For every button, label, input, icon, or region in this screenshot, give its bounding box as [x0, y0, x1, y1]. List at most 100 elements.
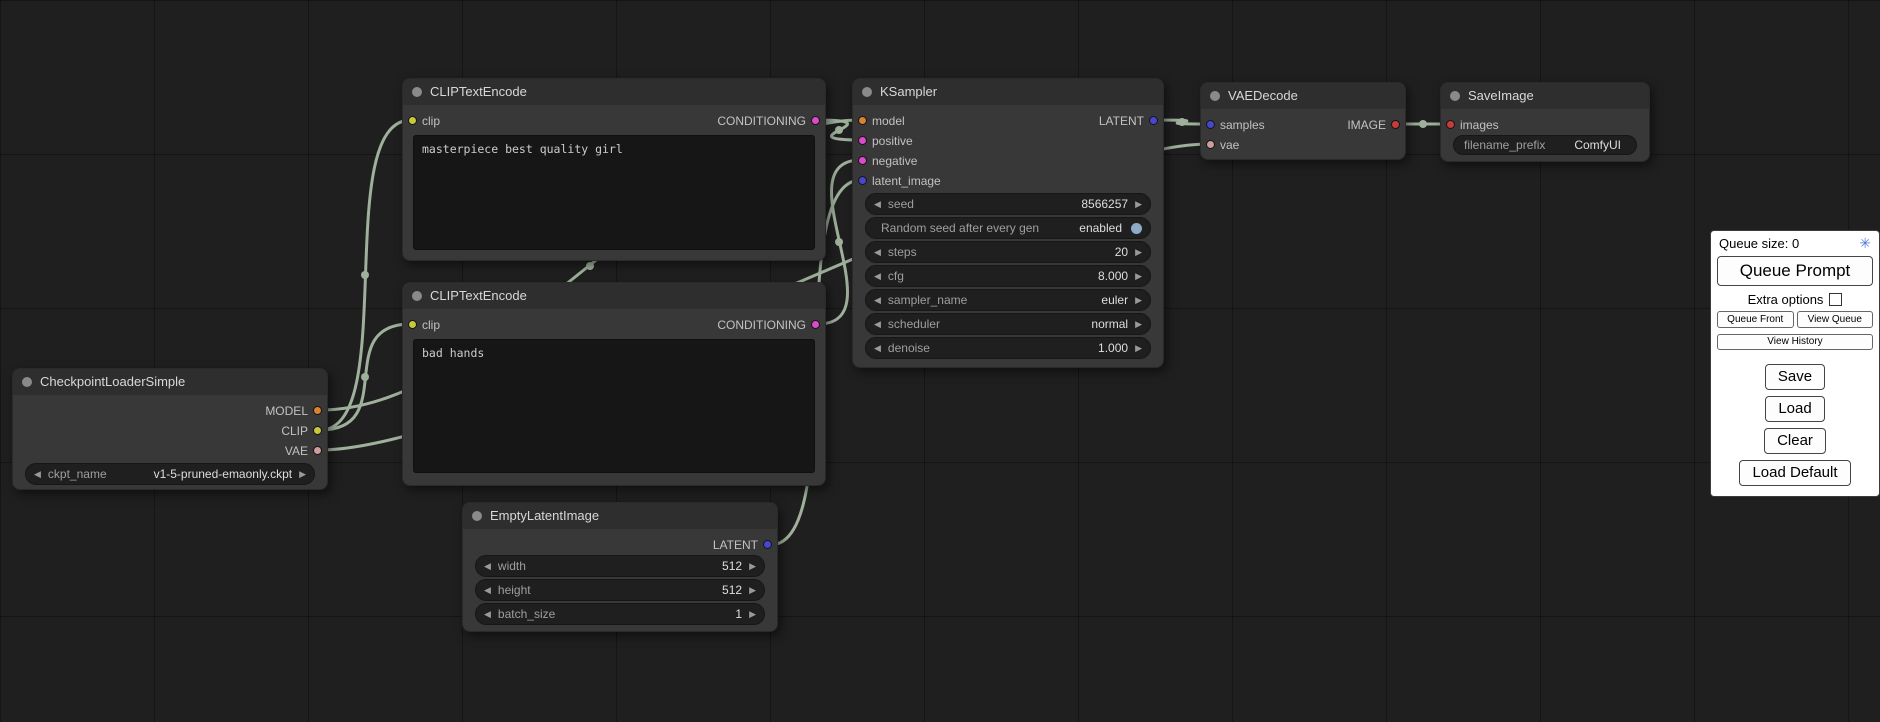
arrow-right-icon[interactable]: ▶ — [1135, 193, 1142, 215]
input-slot-vae: vae — [1201, 135, 1405, 155]
widget-width[interactable]: ◀ width 512 ▶ — [475, 555, 765, 577]
node-empty-latent-image[interactable]: EmptyLatentImage LATENT ◀ width 512 ▶ ◀ … — [462, 502, 778, 632]
settings-gear-icon[interactable]: ✳ — [1859, 235, 1871, 252]
widget-ckpt-name[interactable]: ◀ ckpt_name v1-5-pruned-emaonly.ckpt ▶ — [25, 463, 315, 485]
link-midpoint-dot — [1419, 120, 1427, 128]
arrow-left-icon[interactable]: ◀ — [34, 463, 41, 485]
slot-dot-latent[interactable] — [858, 176, 867, 185]
node-title-bar[interactable]: VAEDecode — [1201, 83, 1405, 109]
arrow-right-icon[interactable]: ▶ — [299, 463, 306, 485]
node-collapse-dot-icon[interactable] — [1210, 91, 1220, 101]
node-collapse-dot-icon[interactable] — [22, 377, 32, 387]
node-clip-text-encode-positive[interactable]: CLIPTextEncode clip CONDITIONING masterp… — [402, 78, 826, 261]
save-button[interactable]: Save — [1765, 364, 1825, 390]
queue-front-button[interactable]: Queue Front — [1717, 311, 1794, 328]
clear-button[interactable]: Clear — [1764, 428, 1826, 454]
node-ksampler[interactable]: KSampler model LATENT positive negative … — [852, 78, 1164, 368]
node-graph-canvas[interactable]: CheckpointLoaderSimple MODEL CLIP VAE ◀ … — [0, 0, 1880, 722]
output-slot-vae: VAE — [13, 441, 327, 461]
node-collapse-dot-icon[interactable] — [472, 511, 482, 521]
arrow-right-icon[interactable]: ▶ — [1135, 313, 1142, 335]
queue-size-label: Queue size: 0 — [1719, 236, 1799, 251]
widget-scheduler[interactable]: ◀ scheduler normal ▶ — [865, 313, 1151, 335]
widget-cfg[interactable]: ◀ cfg 8.000 ▶ — [865, 265, 1151, 287]
comfy-menu-panel[interactable]: Queue size: 0 ✳ Queue Prompt Extra optio… — [1710, 230, 1880, 497]
slot-dot-vae[interactable] — [313, 446, 322, 455]
link-midpoint-dot — [835, 238, 843, 246]
arrow-right-icon[interactable]: ▶ — [1135, 289, 1142, 311]
prompt-text-area[interactable]: masterpiece best quality girl — [413, 135, 815, 250]
arrow-left-icon[interactable]: ◀ — [484, 603, 491, 625]
arrow-left-icon[interactable]: ◀ — [874, 313, 881, 335]
node-collapse-dot-icon[interactable] — [412, 87, 422, 97]
toggle-on-indicator[interactable] — [1131, 223, 1142, 234]
arrow-right-icon[interactable]: ▶ — [749, 579, 756, 601]
slot-dot-latent[interactable] — [763, 540, 772, 549]
widget-seed[interactable]: ◀ seed 8566257 ▶ — [865, 193, 1151, 215]
arrow-left-icon[interactable]: ◀ — [874, 337, 881, 359]
node-title: CLIPTextEncode — [430, 84, 527, 99]
extra-options-label: Extra options — [1748, 292, 1824, 307]
node-collapse-dot-icon[interactable] — [412, 291, 422, 301]
node-title: CLIPTextEncode — [430, 288, 527, 303]
slot-dot-image[interactable] — [1391, 120, 1400, 129]
slot-dot-conditioning[interactable] — [858, 136, 867, 145]
output-slot-latent: LATENT — [853, 111, 1163, 131]
node-title: KSampler — [880, 84, 937, 99]
widget-random-seed-toggle[interactable]: Random seed after every gen enabled — [865, 217, 1151, 239]
widget-sampler-name[interactable]: ◀ sampler_name euler ▶ — [865, 289, 1151, 311]
output-slot-model: MODEL — [13, 401, 327, 421]
prompt-text-area[interactable]: bad hands — [413, 339, 815, 473]
widget-steps[interactable]: ◀ steps 20 ▶ — [865, 241, 1151, 263]
node-title-bar[interactable]: SaveImage — [1441, 83, 1649, 109]
widget-filename-prefix[interactable]: filename_prefix ComfyUI — [1453, 135, 1637, 155]
arrow-left-icon[interactable]: ◀ — [484, 555, 491, 577]
extra-options-checkbox[interactable] — [1829, 293, 1842, 306]
slot-dot-image[interactable] — [1446, 120, 1455, 129]
arrow-left-icon[interactable]: ◀ — [874, 289, 881, 311]
arrow-left-icon[interactable]: ◀ — [484, 579, 491, 601]
slot-dot-conditioning[interactable] — [811, 320, 820, 329]
queue-buttons-row: Queue Front View Queue — [1717, 311, 1873, 328]
output-slot-conditioning: CONDITIONING — [403, 315, 825, 335]
widget-batch-size[interactable]: ◀ batch_size 1 ▶ — [475, 603, 765, 625]
output-slot-latent: LATENT — [463, 535, 777, 555]
slot-dot-conditioning[interactable] — [858, 156, 867, 165]
view-history-button[interactable]: View History — [1717, 334, 1873, 350]
node-collapse-dot-icon[interactable] — [862, 87, 872, 97]
arrow-left-icon[interactable]: ◀ — [874, 241, 881, 263]
slot-dot-conditioning[interactable] — [811, 116, 820, 125]
node-title-bar[interactable]: KSampler — [853, 79, 1163, 105]
link-midpoint-dot — [1178, 118, 1186, 126]
node-title-bar[interactable]: CheckpointLoaderSimple — [13, 369, 327, 395]
arrow-left-icon[interactable]: ◀ — [874, 193, 881, 215]
node-collapse-dot-icon[interactable] — [1450, 91, 1460, 101]
link-midpoint-dot — [586, 262, 594, 270]
arrow-right-icon[interactable]: ▶ — [1135, 337, 1142, 359]
arrow-right-icon[interactable]: ▶ — [749, 555, 756, 577]
node-title: SaveImage — [1468, 88, 1534, 103]
arrow-right-icon[interactable]: ▶ — [749, 603, 756, 625]
queue-prompt-button[interactable]: Queue Prompt — [1717, 256, 1873, 286]
slot-dot-clip[interactable] — [313, 426, 322, 435]
node-save-image[interactable]: SaveImage images filename_prefix ComfyUI — [1440, 82, 1650, 162]
node-clip-text-encode-negative[interactable]: CLIPTextEncode clip CONDITIONING bad han… — [402, 282, 826, 486]
widget-denoise[interactable]: ◀ denoise 1.000 ▶ — [865, 337, 1151, 359]
slot-dot-latent[interactable] — [1149, 116, 1158, 125]
node-title-bar[interactable]: CLIPTextEncode — [403, 79, 825, 105]
link-midpoint-dot — [835, 126, 843, 134]
arrow-left-icon[interactable]: ◀ — [874, 265, 881, 287]
node-title-bar[interactable]: CLIPTextEncode — [403, 283, 825, 309]
load-default-button[interactable]: Load Default — [1739, 460, 1850, 486]
view-queue-button[interactable]: View Queue — [1797, 311, 1874, 328]
node-checkpoint-loader-simple[interactable]: CheckpointLoaderSimple MODEL CLIP VAE ◀ … — [12, 368, 328, 490]
node-vae-decode[interactable]: VAEDecode samples IMAGE vae — [1200, 82, 1406, 160]
slot-dot-model[interactable] — [313, 406, 322, 415]
load-button[interactable]: Load — [1765, 396, 1824, 422]
node-title-bar[interactable]: EmptyLatentImage — [463, 503, 777, 529]
arrow-right-icon[interactable]: ▶ — [1135, 265, 1142, 287]
extra-options-row: Extra options — [1717, 292, 1873, 307]
widget-height[interactable]: ◀ height 512 ▶ — [475, 579, 765, 601]
slot-dot-vae[interactable] — [1206, 140, 1215, 149]
arrow-right-icon[interactable]: ▶ — [1135, 241, 1142, 263]
